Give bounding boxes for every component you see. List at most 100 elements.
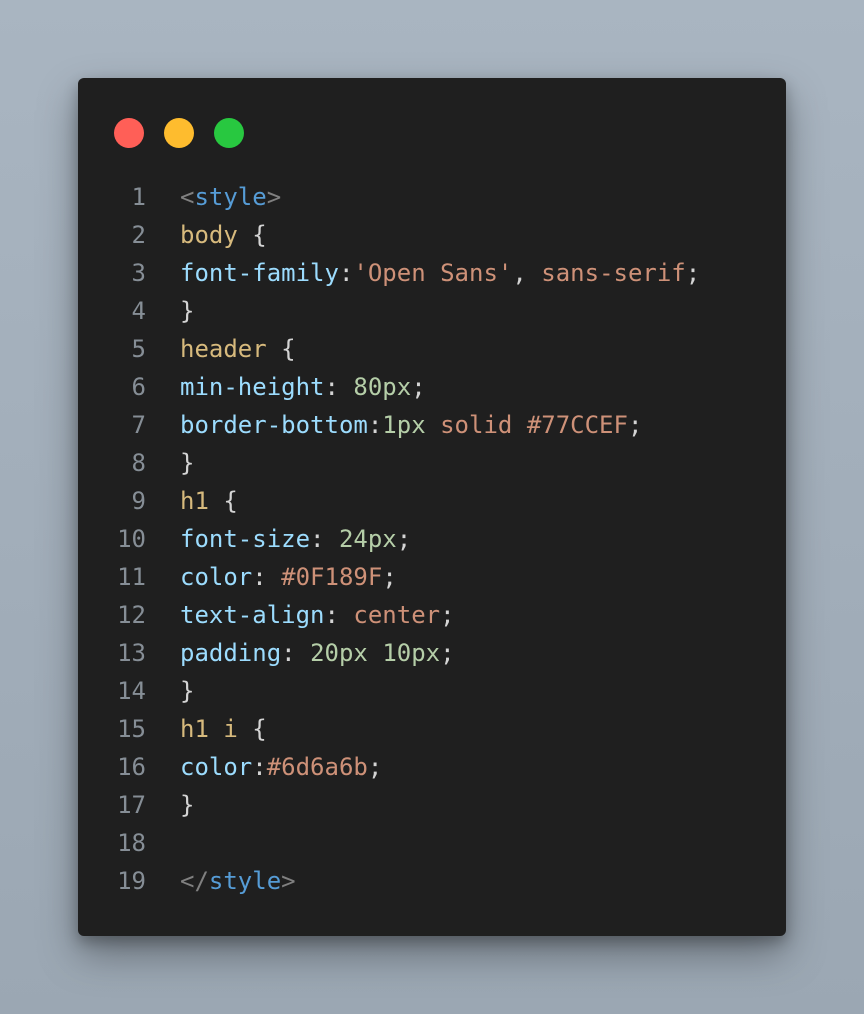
code-token: 'Open Sans' [353, 259, 513, 287]
code-token: { [208, 487, 238, 515]
line-number: 14 [117, 677, 146, 705]
code-text: color:#6d6a6b; [180, 748, 382, 786]
line-number: 16 [117, 753, 146, 781]
code-token: : [281, 639, 311, 667]
code-text: h1 { [180, 482, 238, 520]
code-text: min-height: 80px; [180, 368, 426, 406]
code-token: : [252, 563, 282, 591]
code-token: #0F189F [281, 563, 383, 591]
code-token: 10px [382, 639, 441, 667]
code-line: 15 h1 i { [78, 710, 786, 748]
code-token: : [324, 373, 354, 401]
code-token: 80px [353, 373, 412, 401]
minimize-dot-icon[interactable] [164, 118, 194, 148]
code-token: color [180, 753, 253, 781]
line-number: 3 [131, 259, 146, 287]
line-number: 9 [131, 487, 146, 515]
line-number: 8 [131, 449, 146, 477]
code-token: > [281, 867, 296, 895]
close-dot-icon[interactable] [114, 118, 144, 148]
code-token: style [194, 183, 267, 211]
code-token: body [180, 221, 238, 249]
code-token: : [338, 259, 354, 287]
code-line: 13 padding: 20px 10px; [78, 634, 786, 672]
code-token: style [208, 867, 282, 895]
code-token: < [180, 183, 195, 211]
code-token: ; [440, 639, 455, 667]
code-token: : [324, 601, 354, 629]
line-number: 7 [131, 411, 146, 439]
code-text: </style> [180, 862, 296, 900]
code-line: 16 color:#6d6a6b; [78, 748, 786, 786]
code-token: } [180, 677, 195, 705]
line-number: 18 [117, 829, 146, 857]
code-token: text-align [180, 601, 325, 629]
code-token: > [266, 183, 282, 211]
code-text: } [180, 292, 194, 330]
line-number: 17 [117, 791, 146, 819]
code-token: h1 i [180, 715, 238, 743]
code-line: 2 body { [78, 216, 786, 254]
code-token: </ [180, 867, 209, 895]
code-token: h1 [180, 487, 209, 515]
code-line: 8} [78, 444, 786, 482]
line-number: 12 [117, 601, 146, 629]
zoom-dot-icon[interactable] [214, 118, 244, 148]
code-line: 11 color: #0F189F; [78, 558, 786, 596]
line-number: 10 [117, 525, 146, 553]
code-text: text-align: center; [180, 596, 455, 634]
code-token: ; [367, 753, 383, 781]
code-line: 7 border-bottom:1px solid #77CCEF; [78, 406, 786, 444]
code-window: 1 <style> 2 body {3 font-family:'Open Sans',… [78, 78, 786, 936]
code-token: 24px [338, 525, 397, 553]
line-number: 15 [117, 715, 146, 743]
line-number: 19 [117, 867, 146, 895]
code-line: 17} [78, 786, 786, 824]
code-token: { [266, 335, 296, 363]
line-number: 2 [131, 221, 146, 249]
code-token: } [180, 297, 195, 325]
code-token: font-size [180, 525, 311, 553]
code-line: 3 font-family:'Open Sans', sans-serif; [78, 254, 786, 292]
code-line: 6 min-height: 80px; [78, 368, 786, 406]
line-number: 6 [131, 373, 146, 401]
code-token: padding [180, 639, 282, 667]
code-line: 9 h1 { [78, 482, 786, 520]
code-token: border-bottom [180, 411, 368, 439]
code-line: 1 <style> [78, 178, 786, 216]
code-block: 1 <style> 2 body {3 font-family:'Open Sans',… [78, 178, 786, 900]
code-token: : [310, 525, 339, 553]
line-number: 13 [117, 639, 146, 667]
code-token: ; [685, 259, 701, 287]
code-token: 1px [382, 411, 426, 439]
code-token: ; [382, 563, 397, 591]
code-text: <style> [180, 178, 281, 216]
code-token: solid [440, 411, 513, 439]
code-token: { [237, 715, 267, 743]
line-number: 1 [131, 183, 146, 211]
code-line: 19 </style> [78, 862, 786, 900]
code-line: 18 [78, 824, 786, 862]
code-line: 14} [78, 672, 786, 710]
code-text: h1 i { [180, 710, 267, 748]
code-token: ; [440, 601, 455, 629]
code-text: color: #0F189F; [180, 558, 397, 596]
code-text: border-bottom:1px solid #77CCEF; [180, 406, 642, 444]
code-text: } [180, 672, 194, 710]
code-text: } [180, 444, 194, 482]
code-text: body { [180, 216, 267, 254]
code-text: font-family:'Open Sans', sans-serif; [180, 254, 700, 292]
line-number: 11 [117, 563, 146, 591]
code-token: { [237, 221, 267, 249]
code-token: header [180, 335, 267, 363]
code-line: 10 font-size: 24px; [78, 520, 786, 558]
line-number: 4 [131, 297, 146, 325]
code-token: center [353, 601, 441, 629]
code-line: 4} [78, 292, 786, 330]
code-token: } [180, 791, 195, 819]
code-token: ; [627, 411, 643, 439]
window-controls [114, 118, 244, 148]
